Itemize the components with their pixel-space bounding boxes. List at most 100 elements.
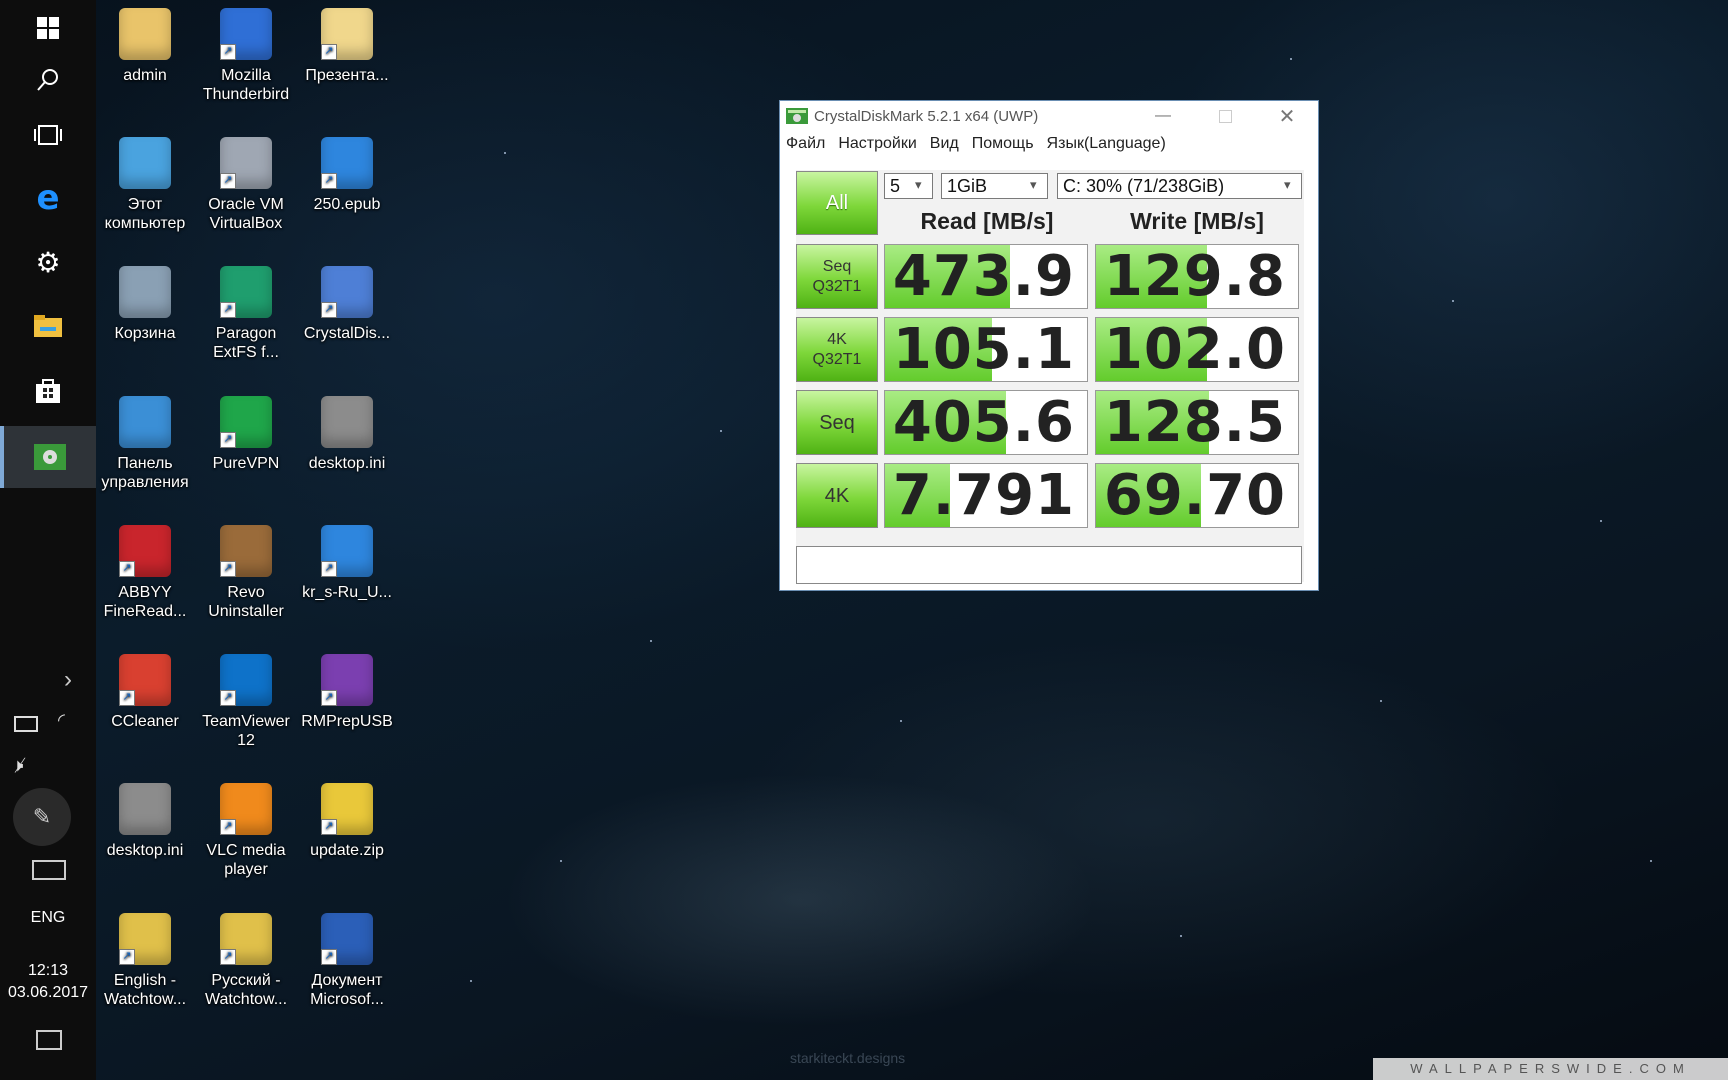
file-explorer-button[interactable] — [0, 298, 96, 354]
folder-icon — [34, 315, 62, 337]
battery-icon[interactable] — [14, 716, 38, 732]
clock[interactable]: 12:13 03.06.2017 — [0, 960, 96, 1004]
action-center-button[interactable] — [36, 1030, 62, 1050]
shortcut-arrow-icon: ↗ — [220, 690, 236, 706]
menu-help[interactable]: Помощь — [972, 135, 1034, 153]
drive-select[interactable]: C: 30% (71/238GiB) ▾ — [1057, 173, 1302, 199]
desktop-icon-watchtower-en[interactable]: ↗ English - Watchtow... — [95, 913, 195, 1009]
menu-file[interactable]: Файл — [786, 135, 825, 153]
read-result-value: 405.6 — [892, 390, 1075, 455]
edge-icon: e — [36, 178, 60, 218]
desktop-icon-desktop-ini-2[interactable]: desktop.ini — [95, 783, 195, 860]
desktop-icon-revo[interactable]: ↗ Revo Uninstaller — [196, 525, 296, 621]
desktop-icon-control-panel[interactable]: Панель управления — [95, 396, 195, 492]
read-result-value: 7.791 — [892, 463, 1075, 528]
desktop-icon-label: Revo Uninstaller — [208, 584, 284, 620]
start-button[interactable] — [0, 0, 96, 56]
update-zip-icon: ↗ — [321, 783, 373, 835]
close-button[interactable]: ✕ — [1256, 101, 1318, 131]
menu-bar: Файл Настройки Вид Помощь Язык(Language) — [780, 131, 1318, 157]
crystaldiskmark-window: CrystalDiskMark 5.2.1 x64 (UWP) — ✕ Файл… — [779, 100, 1319, 591]
wifi-icon[interactable]: ◜ — [58, 710, 65, 731]
dropdown-arrow-icon: ▾ — [1030, 177, 1037, 192]
desktop-icon-label: Корзина — [114, 325, 176, 342]
desktop-icon-virtualbox[interactable]: ↗ Oracle VM VirtualBox — [196, 137, 296, 233]
settings-button[interactable]: ⚙ — [0, 234, 96, 290]
desktop-icon-abbyy[interactable]: ↗ ABBYY FineRead... — [95, 525, 195, 621]
desktop-icon-rmprepusb[interactable]: ↗ RMPrepUSB — [297, 654, 397, 731]
write-result-cell: 102.0 — [1095, 317, 1299, 382]
desktop-icon-purevpn[interactable]: ↗ PureVPN — [196, 396, 296, 473]
desktop-ini-1-icon — [321, 396, 373, 448]
wallpaper-watermark: WALLPAPERSWIDE.COM — [1373, 1058, 1728, 1080]
minimize-button[interactable]: — — [1132, 101, 1194, 131]
menu-view[interactable]: Вид — [930, 135, 959, 153]
menu-language[interactable]: Язык(Language) — [1047, 135, 1166, 153]
shortcut-arrow-icon: ↗ — [321, 690, 337, 706]
crystaldiskmark-app-icon — [786, 108, 808, 124]
write-result-value: 128.5 — [1103, 390, 1286, 455]
comment-field[interactable] — [796, 546, 1302, 584]
desktop-icon-crystaldisk[interactable]: ↗ CrystalDis... — [297, 266, 397, 343]
pen-icon: ✎ — [32, 804, 52, 829]
this-pc-icon — [119, 137, 171, 189]
volume-muted-icon[interactable]: 🕨̸ — [12, 755, 23, 776]
vlc-icon: ↗ — [220, 783, 272, 835]
windows-ink-button[interactable]: ✎ — [13, 788, 71, 846]
desktop-icon-label: Русский - Watchtow... — [204, 972, 288, 1008]
desktop-icon-label: CCleaner — [111, 713, 179, 730]
language-indicator[interactable]: ENG — [0, 909, 96, 927]
ccleaner-icon: ↗ — [119, 654, 171, 706]
desktop-icon-teamviewer[interactable]: ↗ TeamViewer 12 — [196, 654, 296, 750]
show-more-button[interactable]: › — [0, 652, 96, 708]
desktop-icon-kr-epub[interactable]: ↗ kr_s-Ru_U... — [297, 525, 397, 602]
desktop-icon-word-doc[interactable]: ↗ Документ Microsof... — [297, 913, 397, 1009]
windows-icon — [37, 17, 59, 39]
test-button-4[interactable]: 4K — [796, 463, 878, 528]
watchtower-en-icon: ↗ — [119, 913, 171, 965]
menu-settings[interactable]: Настройки — [838, 135, 916, 153]
read-result-cell: 7.791 — [884, 463, 1088, 528]
edge-button[interactable]: e — [0, 170, 96, 226]
read-result-cell: 405.6 — [884, 390, 1088, 455]
task-view-button[interactable] — [0, 107, 96, 163]
shortcut-arrow-icon: ↗ — [321, 44, 337, 60]
shortcut-arrow-icon: ↗ — [220, 949, 236, 965]
epub-250-icon: ↗ — [321, 137, 373, 189]
shortcut-arrow-icon: ↗ — [220, 173, 236, 189]
touch-keyboard-icon[interactable] — [32, 860, 66, 880]
shortcut-arrow-icon: ↗ — [220, 432, 236, 448]
test-count-value: 5 — [890, 176, 901, 196]
desktop-icon-update-zip[interactable]: ↗ update.zip — [297, 783, 397, 860]
write-result-cell: 69.70 — [1095, 463, 1299, 528]
window-title: CrystalDiskMark 5.2.1 x64 (UWP) — [814, 107, 1039, 125]
desktop-icon-label: Paragon ExtFS f... — [213, 325, 279, 361]
desktop-icon-presentation[interactable]: ↗ Презента... — [297, 8, 397, 85]
desktop-icon-epub-250[interactable]: ↗ 250.epub — [297, 137, 397, 214]
desktop-icon-thunderbird[interactable]: ↗ Mozilla Thunderbird — [196, 8, 296, 104]
store-button[interactable] — [0, 362, 96, 418]
control-panel-icon — [119, 396, 171, 448]
test-button-2[interactable]: 4K Q32T1 — [796, 317, 878, 382]
desktop-icon-paragon-extfs[interactable]: ↗ Paragon ExtFS f... — [196, 266, 296, 362]
crystaldiskmark-taskbar-button[interactable] — [0, 426, 96, 488]
search-button[interactable] — [0, 52, 96, 108]
desktop-icon-recycle-bin[interactable]: Корзина — [95, 266, 195, 343]
all-button[interactable]: All — [796, 171, 878, 235]
write-result-value: 69.70 — [1103, 463, 1286, 528]
test-size-select[interactable]: 1GiB ▾ — [941, 173, 1048, 199]
desktop-icon-ccleaner[interactable]: ↗ CCleaner — [95, 654, 195, 731]
test-button-1[interactable]: Seq Q32T1 — [796, 244, 878, 309]
maximize-button[interactable] — [1194, 101, 1256, 131]
desktop-icon-watchtower-ru[interactable]: ↗ Русский - Watchtow... — [196, 913, 296, 1009]
benchmark-panel: All 5 ▾ 1GiB ▾ C: 30% (71/238GiB) ▾ Read… — [796, 170, 1304, 584]
test-button-3[interactable]: Seq — [796, 390, 878, 455]
desktop-icon-desktop-ini-1[interactable]: desktop.ini — [297, 396, 397, 473]
desktop-icon-this-pc[interactable]: Этот компьютер — [95, 137, 195, 233]
desktop-icon-label: update.zip — [310, 842, 384, 859]
desktop-icon-admin-folder[interactable]: admin — [95, 8, 195, 85]
desktop-icon-vlc[interactable]: ↗ VLC media player — [196, 783, 296, 879]
test-count-select[interactable]: 5 ▾ — [884, 173, 933, 199]
admin-folder-icon — [119, 8, 171, 60]
write-result-value: 129.8 — [1103, 244, 1286, 309]
